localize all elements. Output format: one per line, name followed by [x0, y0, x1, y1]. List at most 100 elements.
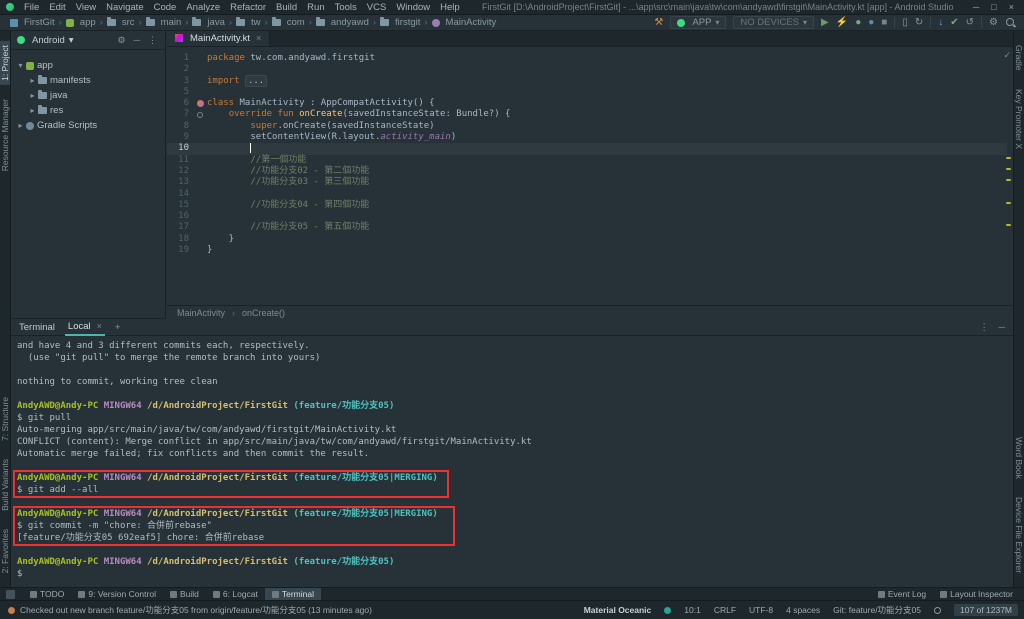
android-view-icon — [17, 36, 25, 44]
tool-button-todo[interactable]: TODO — [23, 588, 71, 601]
tool-button-device-file-explorer[interactable]: Device File Explorer — [1014, 493, 1024, 577]
tool-button-2-favorites[interactable]: 2: Favorites — [0, 525, 10, 577]
file-encoding[interactable]: UTF-8 — [749, 605, 773, 615]
build-hammer-icon[interactable]: ⚒ — [654, 17, 663, 29]
sync-project-icon[interactable]: ↻ — [915, 17, 923, 29]
breadcrumb-item-java[interactable]: java — [190, 17, 226, 28]
tool-button-9-version-control[interactable]: 9: Version Control — [71, 588, 163, 601]
vcs-history-icon[interactable]: ↺ — [966, 17, 974, 29]
breadcrumb-item-firstgit[interactable]: firstgit — [378, 17, 422, 28]
tool-button-event-log[interactable]: Event Log — [871, 588, 933, 601]
menu-vcs[interactable]: VCS — [362, 2, 392, 13]
notifications-icon[interactable] — [934, 606, 942, 614]
terminal-output[interactable]: and have 4 and 3 different commits each,… — [11, 336, 1013, 587]
tool-button-layout-inspector[interactable]: Layout Inspector — [933, 588, 1020, 601]
menu-build[interactable]: Build — [271, 2, 302, 13]
vcs-update-icon[interactable]: ↓ — [938, 17, 943, 29]
menu-run[interactable]: Run — [302, 2, 329, 13]
tool-button-build[interactable]: Build — [163, 588, 206, 601]
code-editor[interactable]: 1 package tw.com.andyawd.firstgit 2 3 import… — [167, 47, 1007, 305]
more-options-icon[interactable]: ⋮ — [146, 35, 159, 46]
tool-button-6-logcat[interactable]: 6: Logcat — [206, 588, 265, 601]
run-icon[interactable]: ▶ — [821, 17, 829, 29]
stop-icon[interactable]: ■ — [881, 17, 887, 29]
tool-button-build-variants[interactable]: Build Variants — [0, 455, 10, 515]
device-select[interactable]: NO DEVICES ▾ — [733, 16, 815, 29]
menu-window[interactable]: Window — [391, 2, 435, 13]
hide-panel-icon[interactable]: ─ — [132, 35, 142, 45]
main-toolbar: FirstGit › app › src › main › java › tw › com › andyaw… — [0, 15, 1024, 31]
maximize-button[interactable]: □ — [991, 2, 996, 12]
run-configuration-select[interactable]: APP ▾ — [670, 16, 727, 29]
settings-gear-icon[interactable]: ⚙ — [116, 35, 128, 46]
git-branch[interactable]: Git: feature/功能分支05 — [833, 604, 921, 616]
tool-button-resource-manager[interactable]: Resource Manager — [0, 95, 10, 175]
indent-style[interactable]: 4 spaces — [786, 605, 820, 615]
menu-tools[interactable]: Tools — [330, 2, 362, 13]
settings-gear-icon[interactable]: ⚙ — [989, 17, 998, 29]
menu-view[interactable]: View — [71, 2, 101, 13]
menu-edit[interactable]: Edit — [44, 2, 70, 13]
tool-button-gradle[interactable]: Gradle — [1014, 41, 1024, 75]
menu-file[interactable]: File — [19, 2, 44, 13]
project-tree-item-java[interactable]: ▸ java — [11, 88, 165, 103]
breadcrumb-item-com[interactable]: com — [270, 17, 307, 28]
code-text: package tw.com.andyawd.firstgit — [207, 53, 375, 63]
terminal-tab-close-icon[interactable]: × — [95, 321, 102, 331]
avd-manager-icon[interactable]: ▯ — [902, 17, 908, 29]
chevron-collapsed-icon: ▸ — [30, 106, 35, 115]
search-icon[interactable] — [1005, 17, 1016, 28]
terminal-tab-local[interactable]: Local × — [64, 319, 105, 336]
menu-navigate[interactable]: Navigate — [101, 2, 149, 13]
apply-changes-icon[interactable]: ⚡ — [836, 17, 848, 29]
project-tree-item-res[interactable]: ▸ res — [11, 103, 165, 118]
vcs-commit-icon[interactable]: ✔ — [950, 17, 958, 29]
project-tree-item-app[interactable]: ▾ app — [11, 58, 165, 73]
line-number: 16 — [178, 211, 189, 222]
line-number: 9 — [183, 132, 189, 143]
line-separator[interactable]: CRLF — [714, 605, 736, 615]
breadcrumb-item-andyawd[interactable]: andyawd — [314, 17, 371, 28]
minimize-button[interactable]: ─ — [973, 2, 979, 12]
menu-help[interactable]: Help — [435, 2, 465, 13]
menu-code[interactable]: Code — [149, 2, 182, 13]
debug-icon[interactable]: ● — [855, 17, 861, 29]
tool-window-switcher-icon[interactable] — [6, 589, 15, 599]
breadcrumb-item-app[interactable]: app — [64, 17, 98, 28]
more-options-icon[interactable]: ⋮ — [980, 322, 989, 333]
tab-mainactivity-kt[interactable]: MainActivity.kt × — [167, 31, 271, 46]
breadcrumb-item-firstgit[interactable]: FirstGit — [8, 17, 57, 28]
breadcrumb-method[interactable]: onCreate() — [242, 308, 285, 318]
gutter-space — [193, 200, 207, 211]
vcs-status-icon — [8, 606, 15, 614]
theme-name[interactable]: Material Oceanic — [584, 605, 652, 615]
project-tree-item-manifests[interactable]: ▸ manifests — [11, 73, 165, 88]
close-button[interactable]: × — [1009, 2, 1014, 12]
folder-icon — [38, 105, 47, 114]
tool-button-key-promoter-x[interactable]: Key Promoter X — [1014, 85, 1024, 153]
tool-button-word-book[interactable]: Word Book — [1014, 433, 1024, 483]
project-tree-item-gradle-scripts[interactable]: ▸ Gradle Scripts — [11, 118, 165, 133]
breadcrumb-class[interactable]: MainActivity — [177, 308, 225, 318]
tool-button-terminal[interactable]: Terminal — [264, 587, 321, 601]
memory-indicator[interactable]: 107 of 1237M — [954, 604, 1018, 616]
tool-button-1-project[interactable]: 1: Project — [0, 41, 10, 85]
profiler-icon[interactable]: ● — [868, 17, 874, 29]
breadcrumb-item-main[interactable]: main — [144, 17, 184, 28]
menu-refactor[interactable]: Refactor — [225, 2, 271, 13]
breadcrumb-item-tw[interactable]: tw — [234, 17, 263, 28]
menu-analyze[interactable]: Analyze — [181, 2, 225, 13]
new-terminal-session-button[interactable]: + — [115, 322, 121, 333]
hide-panel-icon[interactable]: ─ — [999, 322, 1005, 333]
breadcrumb-item-mainactivity[interactable]: MainActivity — [430, 17, 499, 28]
code-text: //功能分支03 - 第三個功能 — [250, 177, 370, 188]
tool-button-7-structure[interactable]: 7: Structure — [0, 393, 10, 445]
event-log-icon — [877, 590, 885, 598]
project-view-selector[interactable]: Android — [32, 35, 65, 46]
class-icon — [431, 18, 440, 27]
tab-close-icon[interactable]: × — [254, 33, 261, 43]
breadcrumb-item-src[interactable]: src — [105, 17, 137, 28]
cursor-position[interactable]: 10:1 — [684, 605, 701, 615]
breadcrumb-label: MainActivity — [445, 17, 497, 28]
